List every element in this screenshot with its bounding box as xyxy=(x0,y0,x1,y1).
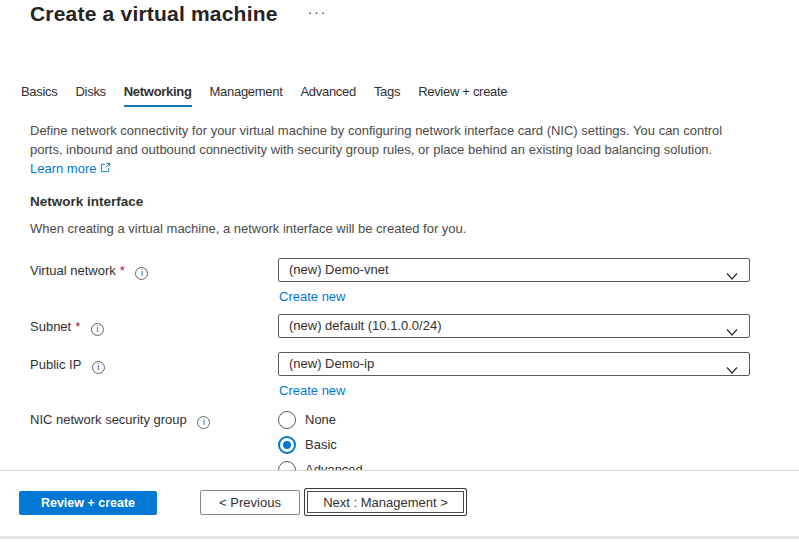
chevron-down-icon xyxy=(726,266,738,282)
radio-basic[interactable] xyxy=(278,436,296,454)
field-row-subnet: Subnet* i (new) default (10.1.0.0/24) xyxy=(30,314,750,338)
page-header: Create a virtual machine ··· xyxy=(30,2,327,26)
radio-none-label: None xyxy=(305,412,336,427)
content-area: Create a virtual machine ··· Basics Disk… xyxy=(0,0,799,470)
virtual-network-dropdown[interactable]: (new) Demo-vnet xyxy=(278,258,750,282)
radio-advanced-label: Advanced xyxy=(305,462,363,470)
public-ip-create-new-link[interactable]: Create new xyxy=(279,383,345,398)
nic-nsg-label: NIC network security group i xyxy=(30,407,278,470)
radio-option-advanced[interactable]: Advanced xyxy=(278,457,750,470)
intro-text: Define network connectivity for your vir… xyxy=(30,123,722,157)
info-icon[interactable]: i xyxy=(92,361,105,374)
field-row-public-ip: Public IP i (new) Demo-ip Create new xyxy=(30,352,750,399)
subnet-value: (new) default (10.1.0.0/24) xyxy=(289,318,441,333)
intro-text-block: Define network connectivity for your vir… xyxy=(30,121,739,178)
page-title: Create a virtual machine xyxy=(30,2,278,26)
previous-button[interactable]: < Previous xyxy=(200,490,300,515)
radio-advanced[interactable] xyxy=(278,461,296,471)
info-icon[interactable]: i xyxy=(91,323,104,336)
subnet-label: Subnet* i xyxy=(30,314,278,338)
next-management-button[interactable]: Next : Management > xyxy=(304,488,467,516)
tab-networking[interactable]: Networking xyxy=(115,84,201,107)
tab-bar: Basics Disks Networking Management Advan… xyxy=(12,84,516,107)
chevron-down-icon xyxy=(726,360,738,376)
subnet-dropdown[interactable]: (new) default (10.1.0.0/24) xyxy=(278,314,750,338)
review-create-button[interactable]: Review + create xyxy=(19,491,157,515)
info-icon[interactable]: i xyxy=(197,416,210,429)
tab-disks[interactable]: Disks xyxy=(67,84,115,107)
field-row-virtual-network: Virtual network* i (new) Demo-vnet Creat… xyxy=(30,258,750,305)
required-asterisk: * xyxy=(75,319,80,334)
tab-advanced[interactable]: Advanced xyxy=(291,84,364,107)
chevron-down-icon xyxy=(726,322,738,338)
tab-management[interactable]: Management xyxy=(201,84,292,107)
tab-tags[interactable]: Tags xyxy=(365,84,409,107)
radio-option-none[interactable]: None xyxy=(278,407,750,432)
required-asterisk: * xyxy=(120,263,125,278)
info-icon[interactable]: i xyxy=(135,267,148,280)
public-ip-value: (new) Demo-ip xyxy=(289,356,374,371)
external-link-icon xyxy=(100,159,111,178)
footer-bar: Review + create < Previous Next : Manage… xyxy=(0,470,799,542)
tab-review-create[interactable]: Review + create xyxy=(409,84,516,107)
virtual-network-label: Virtual network* i xyxy=(30,258,278,305)
learn-more-link[interactable]: Learn more xyxy=(30,161,96,176)
bottom-divider xyxy=(0,536,799,539)
public-ip-dropdown[interactable]: (new) Demo-ip xyxy=(278,352,750,376)
field-row-nic-nsg: NIC network security group i None Basic … xyxy=(30,407,750,470)
radio-option-basic[interactable]: Basic xyxy=(278,432,750,457)
tab-basics[interactable]: Basics xyxy=(12,84,67,107)
radio-basic-label: Basic xyxy=(305,437,337,452)
radio-none[interactable] xyxy=(278,411,296,429)
virtual-network-value: (new) Demo-vnet xyxy=(289,262,389,277)
section-heading-network-interface: Network interface xyxy=(30,194,143,209)
section-subtext: When creating a virtual machine, a netwo… xyxy=(30,221,466,236)
virtual-network-create-new-link[interactable]: Create new xyxy=(279,289,345,304)
more-menu-icon[interactable]: ··· xyxy=(308,3,328,20)
public-ip-label: Public IP i xyxy=(30,352,278,399)
